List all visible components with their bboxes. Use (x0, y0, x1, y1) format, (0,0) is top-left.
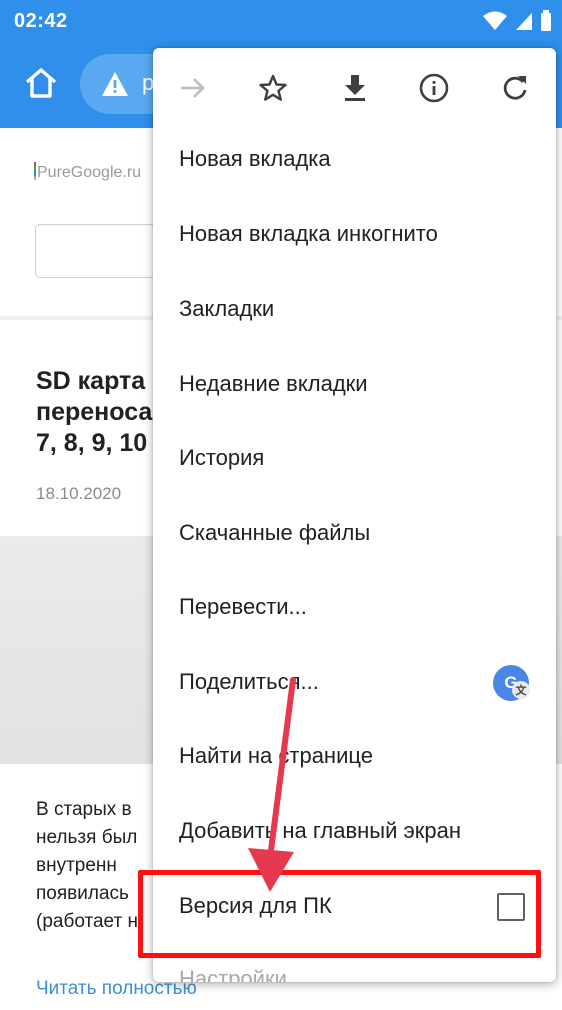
menu-item-settings-partial[interactable]: Настройки (179, 966, 287, 982)
download-icon[interactable] (333, 66, 377, 110)
overflow-menu: Новая вкладка Новая вкладка инкогнито За… (153, 48, 556, 982)
status-bar: 02:42 (0, 0, 562, 42)
status-time: 02:42 (14, 10, 68, 32)
menu-item-find-in-page[interactable]: Найти на странице (153, 721, 556, 795)
menu-item-add-to-home[interactable]: Добавить на главный экран (153, 796, 556, 870)
menu-item-downloads[interactable]: Скачанные файлы (153, 498, 556, 572)
menu-item-bookmarks[interactable]: Закладки (153, 274, 556, 348)
wifi-icon (482, 10, 508, 37)
bookmark-star-icon[interactable] (251, 66, 295, 110)
home-icon (24, 67, 58, 104)
menu-icon-row (153, 48, 556, 128)
signal-icon (514, 10, 534, 37)
site-logo[interactable]: PureGoogle.ru (34, 162, 141, 182)
refresh-icon[interactable] (493, 66, 537, 110)
home-button[interactable] (20, 64, 62, 106)
annotation-highlight-box (138, 870, 541, 958)
google-translate-icon[interactable]: G 文 (493, 665, 530, 701)
status-icons (482, 10, 552, 37)
menu-item-translate[interactable]: Перевести... (153, 572, 556, 646)
forward-icon[interactable] (171, 66, 215, 110)
menu-item-recent-tabs[interactable]: Недавние вкладки (153, 349, 556, 423)
battery-icon (540, 10, 552, 37)
menu-item-incognito-tab[interactable]: Новая вкладка инкогнито (153, 199, 556, 273)
menu-item-new-tab[interactable]: Новая вкладка (153, 124, 556, 198)
menu-item-history[interactable]: История (153, 423, 556, 497)
warning-icon[interactable] (100, 70, 130, 103)
article-date: 18.10.2020 (36, 484, 122, 503)
menu-item-share[interactable]: Поделиться... G 文 (153, 647, 556, 721)
info-icon[interactable] (412, 66, 456, 110)
